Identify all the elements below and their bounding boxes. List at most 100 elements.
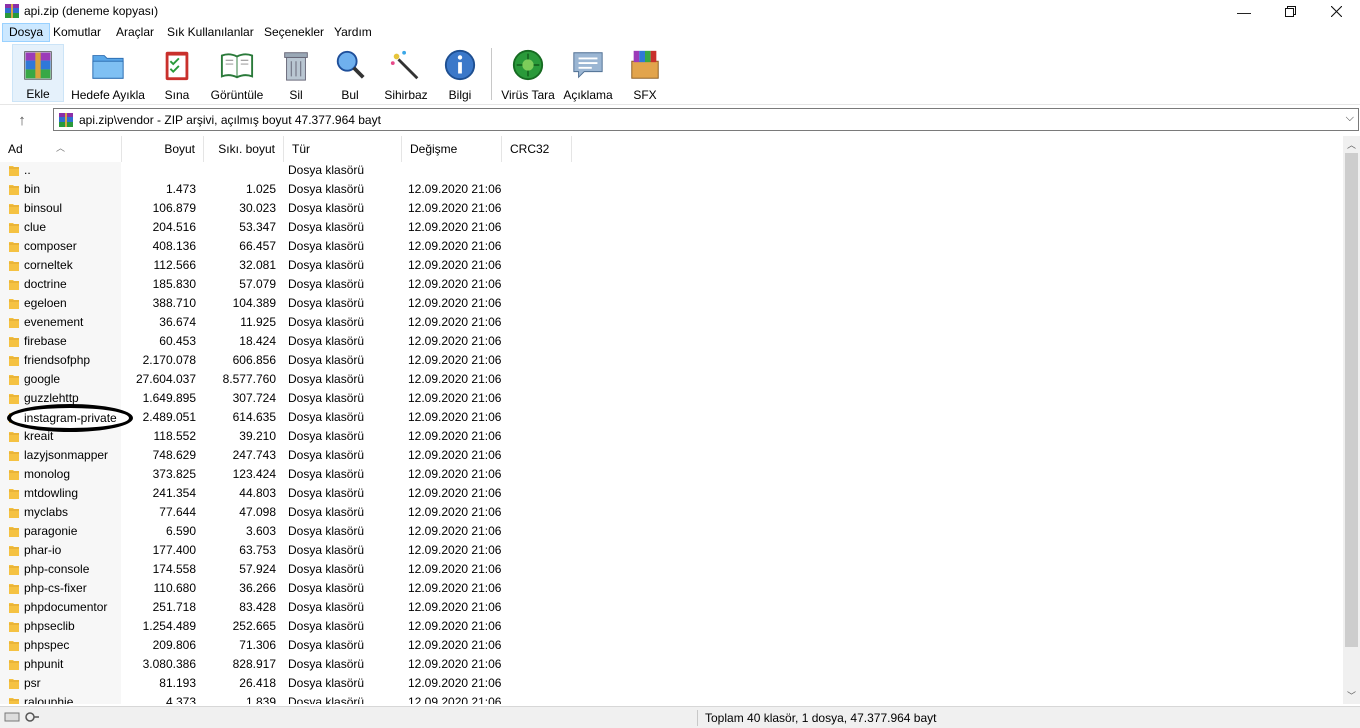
column-header-size[interactable]: Boyut — [122, 136, 204, 162]
comment-icon — [573, 52, 603, 79]
table-row[interactable]: lazyjsonmapper 748.629 247.743 Dosya klasör… — [0, 446, 1343, 465]
table-row[interactable]: kreait 118.552 39.210 Dosya klasörü 12.09.20… — [0, 427, 1343, 446]
file-modified: 12.09.2020 21:06 — [408, 448, 502, 462]
folder-icon — [9, 375, 19, 385]
table-row[interactable]: friendsofphp 2.170.078 606.856 Dosya klasör… — [0, 351, 1343, 370]
table-row[interactable]: phpseclib 1.254.489 252.665 Dosya klasörü 12… — [0, 617, 1343, 636]
column-header-name[interactable]: Ad ︿ — [0, 136, 122, 162]
table-row[interactable]: myclabs 77.644 47.098 Dosya klasörü 12.09.20… — [0, 503, 1343, 522]
wizard-button[interactable]: Sihirbaz — [380, 44, 432, 102]
column-header-crc32[interactable]: CRC32 — [502, 136, 572, 162]
close-button[interactable] — [1313, 0, 1359, 23]
virus-scan-button[interactable]: Virüs Tara — [500, 44, 556, 102]
add-button[interactable]: Ekle — [12, 44, 64, 102]
table-row[interactable]: monolog 373.825 123.424 Dosya klasörü 12.09.… — [0, 465, 1343, 484]
view-button[interactable]: Görüntüle — [208, 44, 266, 102]
table-row[interactable]: bin 1.473 1.025 Dosya klasörü 12.09.2020 21:… — [0, 180, 1343, 199]
file-type: Dosya klasörü — [288, 486, 365, 500]
file-type: Dosya klasörü — [288, 220, 365, 234]
find-button[interactable]: Bul — [328, 44, 372, 102]
file-packed-size: 614.635 — [232, 410, 276, 424]
file-name: friendsofphp — [24, 353, 91, 367]
magnifier-icon — [336, 50, 365, 79]
vertical-scrollbar[interactable]: ︿ ﹀ — [1343, 136, 1360, 704]
table-row[interactable]: ralouphie 4.373 1.839 Dosya klasörü 12.09.20… — [0, 693, 1343, 704]
table-row[interactable]: phpspec 209.806 71.306 Dosya klasörü 12.09.2… — [0, 636, 1343, 655]
table-row[interactable]: php-console 174.558 57.924 Dosya klasörü 12.… — [0, 560, 1343, 579]
minimize-button[interactable]: — — [1221, 0, 1267, 23]
file-modified: 12.09.2020 21:06 — [408, 486, 502, 500]
maximize-button[interactable] — [1267, 0, 1313, 23]
column-header-type[interactable]: Tür — [284, 136, 402, 162]
test-button[interactable]: Sına — [156, 44, 198, 102]
column-header-modified[interactable]: Değişme — [402, 136, 502, 162]
menu-sik-kullanilanlar[interactable]: Sık Kullanılanlar — [161, 23, 260, 42]
up-folder-button[interactable]: ↑ — [10, 110, 34, 130]
file-packed-size: 828.917 — [232, 657, 276, 671]
table-row[interactable]: .. Dosya klasörü — [0, 161, 1343, 180]
table-row[interactable]: firebase 60.453 18.424 Dosya klasörü 12.09.2… — [0, 332, 1343, 351]
table-row[interactable]: corneltek 112.566 32.081 Dosya klasörü 12.09… — [0, 256, 1343, 275]
file-name: lazyjsonmapper — [24, 448, 109, 462]
file-packed-size: 66.457 — [239, 239, 276, 253]
extract-to-button[interactable]: Hedefe Ayıkla — [68, 44, 148, 102]
tool-label: Ekle — [26, 87, 50, 101]
table-row[interactable]: phar-io 177.400 63.753 Dosya klasörü 12.09.2… — [0, 541, 1343, 560]
minimize-icon: — — [1237, 3, 1251, 20]
table-row[interactable]: egeloen 388.710 104.389 Dosya klasörü 12.09.… — [0, 294, 1343, 313]
table-row[interactable]: clue 204.516 53.347 Dosya klasörü 12.09.2020… — [0, 218, 1343, 237]
menu-yardim[interactable]: Yardım — [328, 23, 378, 42]
table-row[interactable]: php-cs-fixer 110.680 36.266 Dosya klasörü 12… — [0, 579, 1343, 598]
folder-icon — [9, 622, 19, 632]
file-type: Dosya klasörü — [288, 467, 365, 481]
highlight-annotation: instagram-private — [7, 404, 133, 432]
table-row[interactable]: phpdocumentor 251.718 83.428 Dosya klasörü 1… — [0, 598, 1343, 617]
menu-secenekler[interactable]: Seçenekler — [258, 23, 330, 42]
file-modified: 12.09.2020 21:06 — [408, 562, 502, 576]
folder-icon — [9, 223, 19, 233]
address-bar: ↑ api.zip\vendor - ZIP arşivi, açılmış b… — [0, 107, 1360, 133]
file-type: Dosya klasörü — [288, 296, 365, 310]
comment-button[interactable]: Açıklama — [560, 44, 616, 102]
column-header-packed[interactable]: Sıkı. boyut — [204, 136, 284, 162]
table-row[interactable]: binsoul 106.879 30.023 Dosya klasörü 12.09.2… — [0, 199, 1343, 218]
list-header: Ad ︿ Boyut Sıkı. boyut Tür Değişme CRC32 — [0, 136, 1343, 162]
tool-label: Bilgi — [448, 88, 472, 102]
table-row[interactable]: google 27.604.037 8.577.760 Dosya klasörü 12… — [0, 370, 1343, 389]
folder-icon — [9, 299, 19, 309]
table-row[interactable]: phpunit 3.080.386 828.917 Dosya klasörü 12.0… — [0, 655, 1343, 674]
path-dropdown[interactable]: api.zip\vendor - ZIP arşivi, açılmış boy… — [53, 108, 1359, 131]
file-packed-size: 247.743 — [232, 448, 276, 462]
table-row[interactable]: composer 408.136 66.457 Dosya klasörü 12.09.… — [0, 237, 1343, 256]
file-size: 174.558 — [152, 562, 196, 576]
chevron-down-icon[interactable]: ⌵ — [1346, 112, 1354, 125]
table-row[interactable]: mtdowling 241.354 44.803 Dosya klasörü 12.09… — [0, 484, 1343, 503]
file-name: binsoul — [24, 201, 63, 215]
menu-komutlar[interactable]: Komutlar — [47, 23, 107, 42]
file-name: ralouphie — [24, 695, 74, 704]
file-name: monolog — [24, 467, 71, 481]
table-row[interactable]: instagram-private2.489.051614.635Dosya k… — [0, 408, 1343, 427]
file-type: Dosya klasörü — [288, 410, 365, 424]
sfx-button[interactable]: SFX — [622, 44, 668, 102]
table-row[interactable]: evenement 36.674 11.925 Dosya klasörü 12.09.… — [0, 313, 1343, 332]
file-packed-size: 36.266 — [239, 581, 276, 595]
file-type: Dosya klasörü — [288, 334, 365, 348]
table-row[interactable]: psr 81.193 26.418 Dosya klasörü 12.09.2020 2… — [0, 674, 1343, 693]
scroll-down-icon[interactable]: ﹀ — [1343, 687, 1360, 704]
scroll-up-icon[interactable]: ︿ — [1343, 136, 1360, 153]
winrar-app-icon[interactable] — [5, 4, 19, 18]
table-row[interactable]: doctrine 185.830 57.079 Dosya klasörü 12.09.… — [0, 275, 1343, 294]
file-size: 241.354 — [152, 486, 196, 500]
table-row[interactable]: paragonie 6.590 3.603 Dosya klasörü 12.09.20… — [0, 522, 1343, 541]
menu-dosya[interactable]: Dosya — [2, 23, 51, 42]
file-modified: 12.09.2020 21:06 — [408, 353, 502, 367]
file-name: evenement — [24, 315, 84, 329]
drive-key-icon[interactable] — [4, 711, 40, 723]
delete-button[interactable]: Sil — [274, 44, 318, 102]
info-button[interactable]: Bilgi — [438, 44, 482, 102]
table-row[interactable]: guzzlehttp 1.649.895 307.724 Dosya klasörü 1… — [0, 389, 1343, 408]
menu-araclar[interactable]: Araçlar — [110, 23, 160, 42]
scroll-thumb[interactable] — [1345, 153, 1358, 647]
arrow-up-icon: ↑ — [18, 111, 26, 129]
